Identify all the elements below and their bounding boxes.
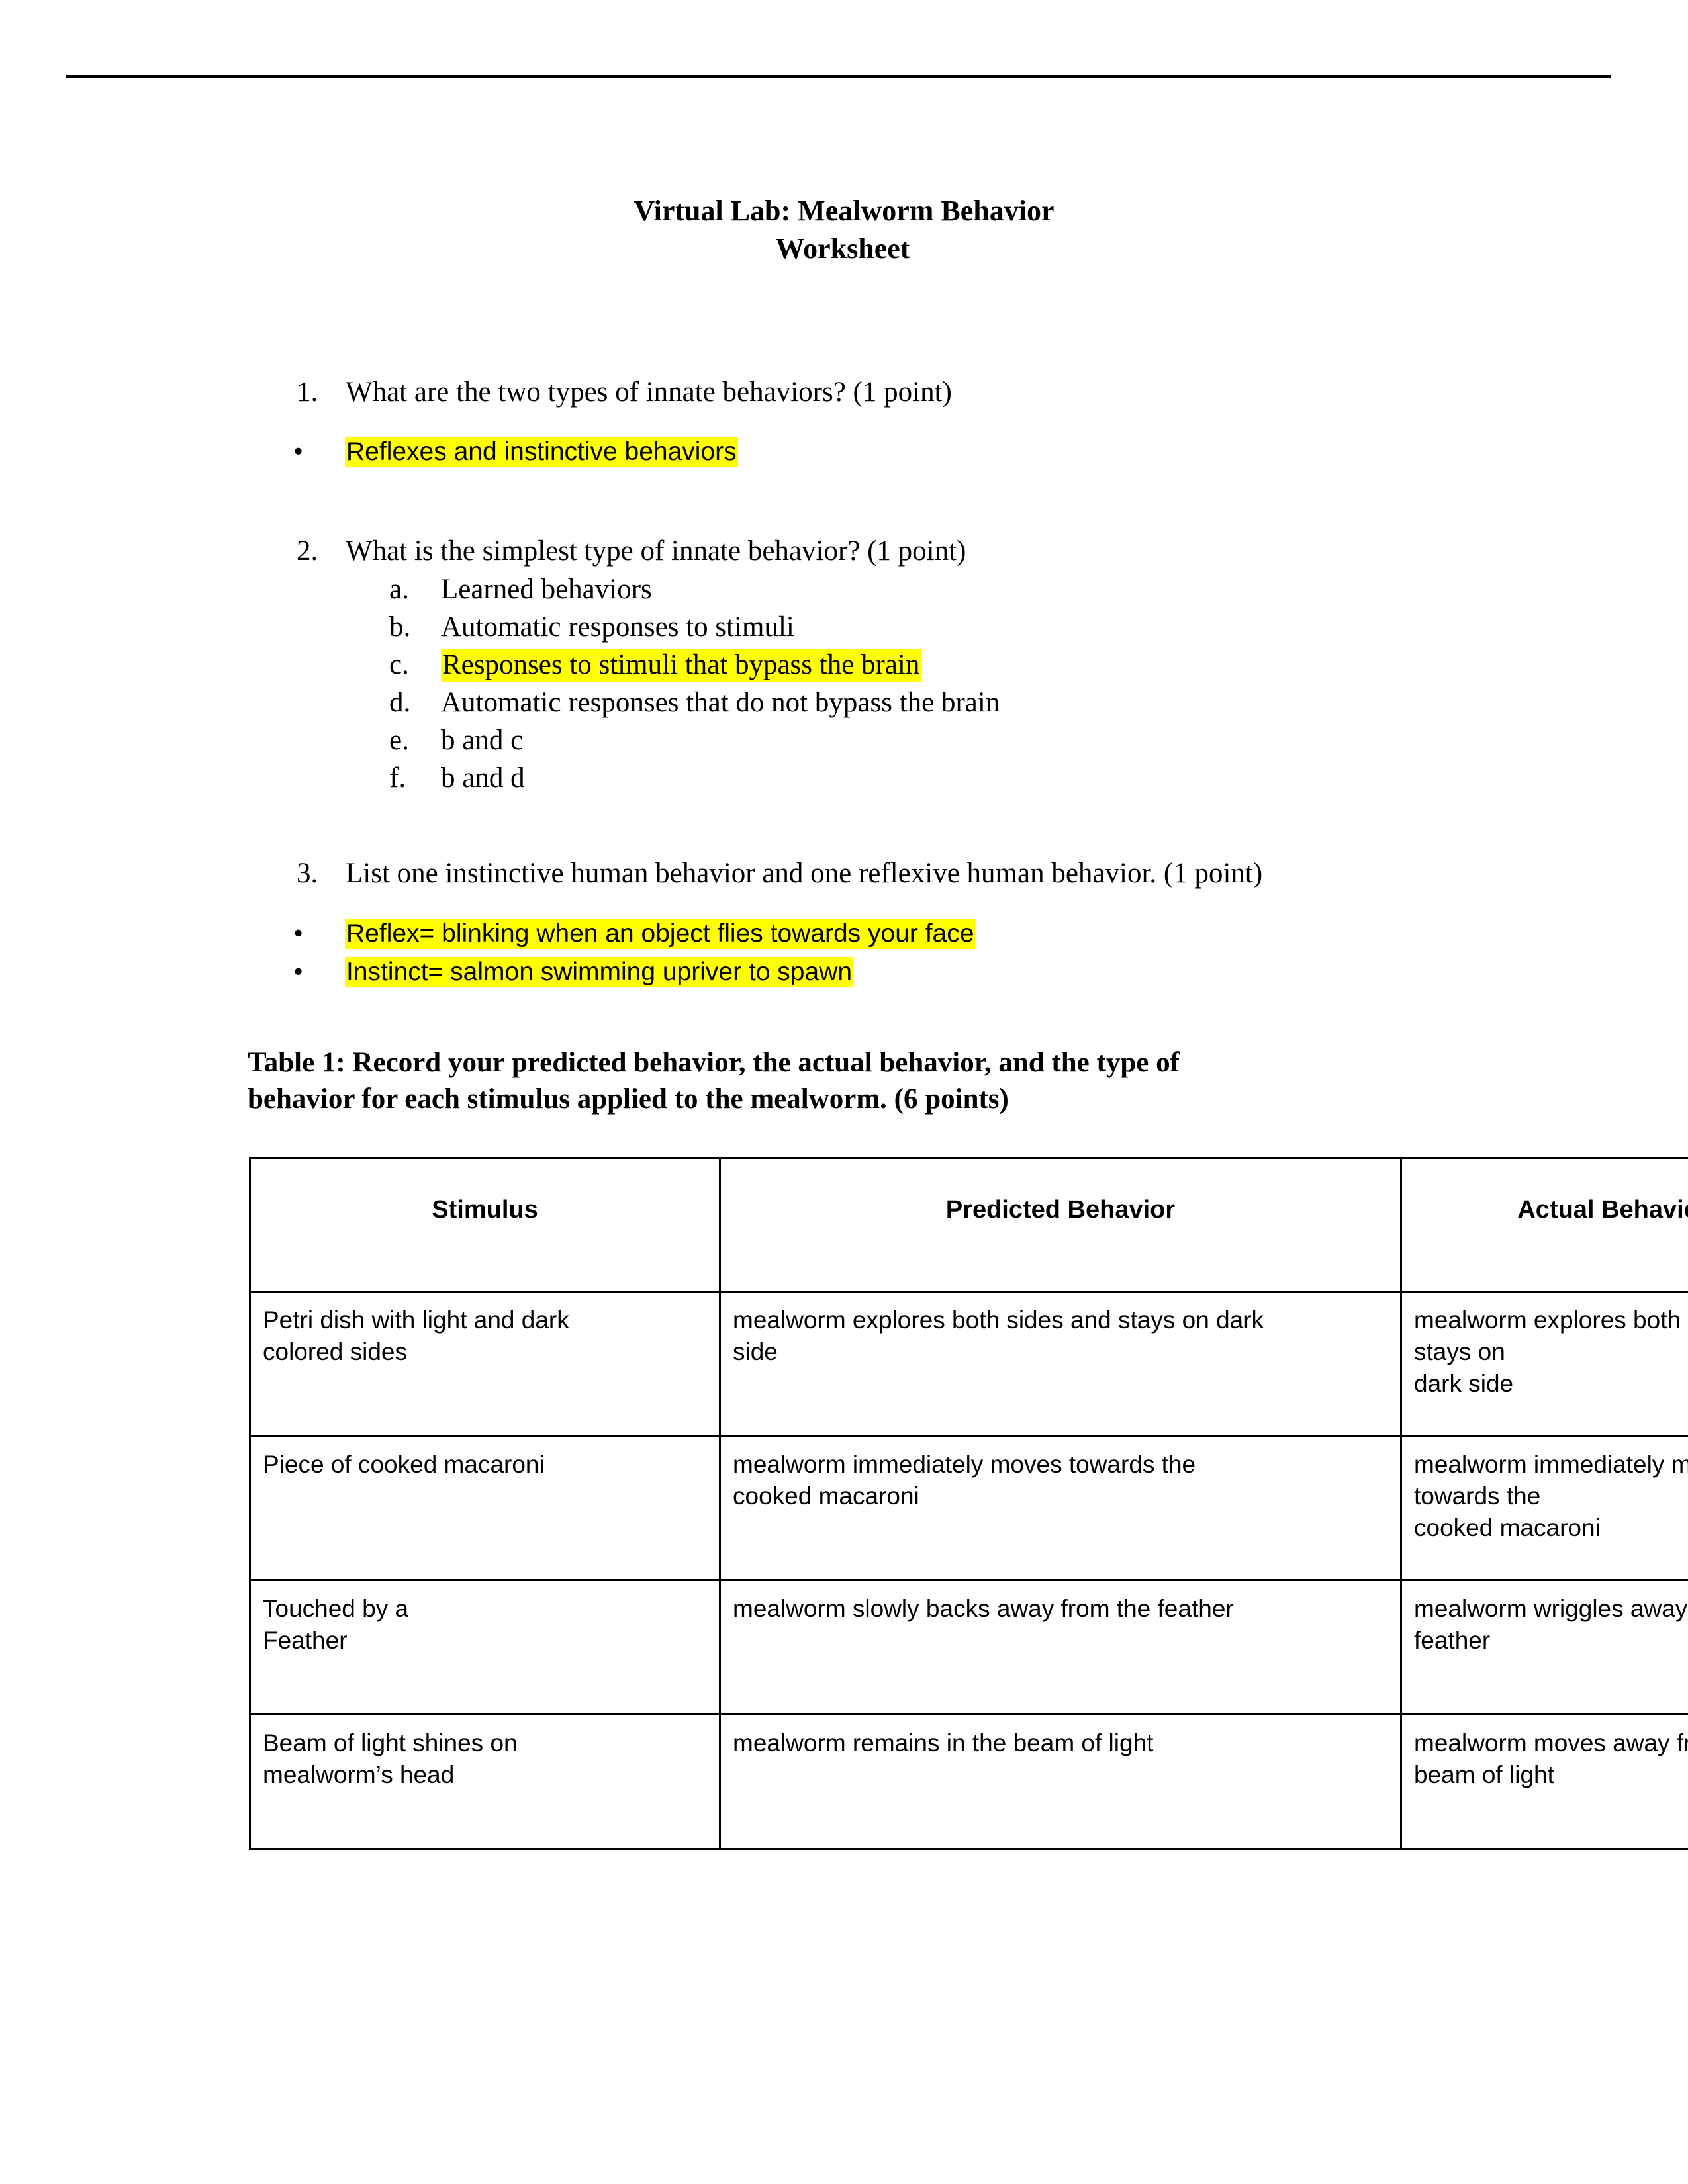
option-d[interactable]: d. Automatic responses that do not bypas… <box>0 684 1688 721</box>
highlight-span: Reflex= blinking when an object flies to… <box>345 919 976 949</box>
column-header-stimulus: Stimulus <box>249 1157 721 1293</box>
cell-actual: mealworm immediately moves towards the c… <box>1400 1435 1688 1581</box>
question-1-text: What are the two types of innate behavio… <box>346 377 952 408</box>
table-caption-line-2: behavior for each stimulus applied to th… <box>248 1083 1009 1115</box>
question-3-text: List one instinctive human behavior and … <box>346 858 1263 889</box>
cell-text: Petri dish with light and dark colored s… <box>263 1306 569 1365</box>
page-title-line-2: Worksheet <box>775 232 910 265</box>
answer-bullet-row: • Instinct= salmon swimming upriver to s… <box>0 955 1688 993</box>
page-title: Virtual Lab: Mealworm Behavior Worksheet <box>0 192 1688 267</box>
option-d-letter: d. <box>389 687 411 718</box>
option-e-letter: e. <box>389 725 409 756</box>
cell-stimulus: Piece of cooked macaroni <box>249 1435 721 1581</box>
cell-text: Touched by a Feather <box>263 1595 409 1654</box>
question-1-number: 1. <box>297 377 318 408</box>
column-header-actual-behavior: Actual Behavior <box>1400 1157 1688 1293</box>
question-3-answer-2-text: Instinct= salmon swimming upriver to spa… <box>345 955 854 989</box>
option-c-letter: c. <box>389 649 409 680</box>
cell-text: mealworm explores both sides and stays o… <box>733 1306 1264 1365</box>
option-a-letter: a. <box>389 574 409 605</box>
cell-text: mealworm immediately moves towards the c… <box>1414 1451 1688 1541</box>
cell-actual: mealworm explores both sides and stays o… <box>1400 1291 1688 1437</box>
option-e-text: b and c <box>441 725 524 756</box>
bullet-icon: • <box>293 436 304 467</box>
question-3-number: 3. <box>297 858 318 889</box>
cell-text: mealworm moves away from the beam of lig… <box>1414 1729 1688 1788</box>
cell-text: mealworm slowly backs away from the feat… <box>733 1595 1234 1622</box>
cell-text: mealworm remains in the beam of light <box>733 1729 1154 1756</box>
question-3-answer-1-text: Reflex= blinking when an object flies to… <box>345 917 976 951</box>
cell-text: Piece of cooked macaroni <box>263 1451 545 1478</box>
cell-text: Beam of light shines on mealworm’s head <box>263 1729 518 1788</box>
cell-stimulus: Touched by a Feather <box>249 1579 721 1715</box>
document-page: Virtual Lab: Mealworm Behavior Worksheet… <box>0 0 1688 2184</box>
question-2-options: a. Learned behaviors b. Automatic respon… <box>0 570 1688 797</box>
question-1-answer-text: Reflexes and instinctive behaviors <box>345 435 738 469</box>
answer-bullet-row: • Reflex= blinking when an object flies … <box>0 917 1688 955</box>
question-3-answers: • Reflex= blinking when an object flies … <box>0 917 1688 993</box>
option-a[interactable]: a. Learned behaviors <box>0 570 1688 608</box>
cell-stimulus: Beam of light shines on mealworm’s head <box>249 1713 721 1850</box>
header-rule <box>66 75 1611 78</box>
option-a-text: Learned behaviors <box>441 574 652 605</box>
highlight-span: Reflexes and instinctive behaviors <box>345 437 738 467</box>
cell-text: mealworm immediately moves towards the c… <box>733 1451 1196 1510</box>
table-caption-line-1: Table 1: Record your predicted behavior,… <box>248 1047 1180 1078</box>
option-c-text: Responses to stimuli that bypass the bra… <box>441 646 921 684</box>
table-row: Touched by a Feather mealworm slowly bac… <box>249 1579 1688 1715</box>
option-b-text: Automatic responses to stimuli <box>441 612 794 643</box>
cell-predicted: mealworm remains in the beam of light <box>719 1713 1402 1850</box>
option-f[interactable]: f. b and d <box>0 759 1688 797</box>
bullet-icon: • <box>293 956 304 987</box>
cell-text: mealworm explores both sides and stays o… <box>1414 1306 1688 1397</box>
table-row: Beam of light shines on mealworm’s head … <box>249 1713 1688 1850</box>
column-header-predicted-behavior: Predicted Behavior <box>719 1157 1402 1293</box>
option-f-letter: f. <box>389 762 406 794</box>
highlight-span: Responses to stimuli that bypass the bra… <box>441 649 921 682</box>
cell-stimulus: Petri dish with light and dark colored s… <box>249 1291 721 1437</box>
option-e[interactable]: e. b and c <box>0 721 1688 759</box>
bullet-icon: • <box>293 918 304 949</box>
table-header-row: Stimulus Predicted Behavior Actual Behav… <box>249 1157 1688 1293</box>
behavior-table: Stimulus Predicted Behavior Actual Behav… <box>249 1157 1688 1850</box>
option-b-letter: b. <box>389 612 411 643</box>
cell-predicted: mealworm slowly backs away from the feat… <box>719 1579 1402 1715</box>
cell-predicted: mealworm explores both sides and stays o… <box>719 1291 1402 1437</box>
table-caption: Table 1: Record your predicted behavior,… <box>248 1044 1386 1117</box>
cell-actual: mealworm wriggles away from the feather <box>1400 1579 1688 1715</box>
highlight-span: Instinct= salmon swimming upriver to spa… <box>345 957 854 987</box>
question-2-text: What is the simplest type of innate beha… <box>346 535 966 567</box>
table-row: Petri dish with light and dark colored s… <box>249 1291 1688 1437</box>
question-2-number: 2. <box>297 535 318 567</box>
option-f-text: b and d <box>441 762 525 794</box>
page-title-line-1: Virtual Lab: Mealworm Behavior <box>633 195 1055 227</box>
option-d-text: Automatic responses that do not bypass t… <box>441 687 1000 718</box>
cell-actual: mealworm moves away from the beam of lig… <box>1400 1713 1688 1850</box>
cell-predicted: mealworm immediately moves towards the c… <box>719 1435 1402 1581</box>
cell-text: mealworm wriggles away from the feather <box>1414 1595 1688 1654</box>
option-b[interactable]: b. Automatic responses to stimuli <box>0 608 1688 646</box>
table-row: Piece of cooked macaroni mealworm immedi… <box>249 1435 1688 1581</box>
option-c[interactable]: c. Responses to stimuli that bypass the … <box>0 646 1688 684</box>
